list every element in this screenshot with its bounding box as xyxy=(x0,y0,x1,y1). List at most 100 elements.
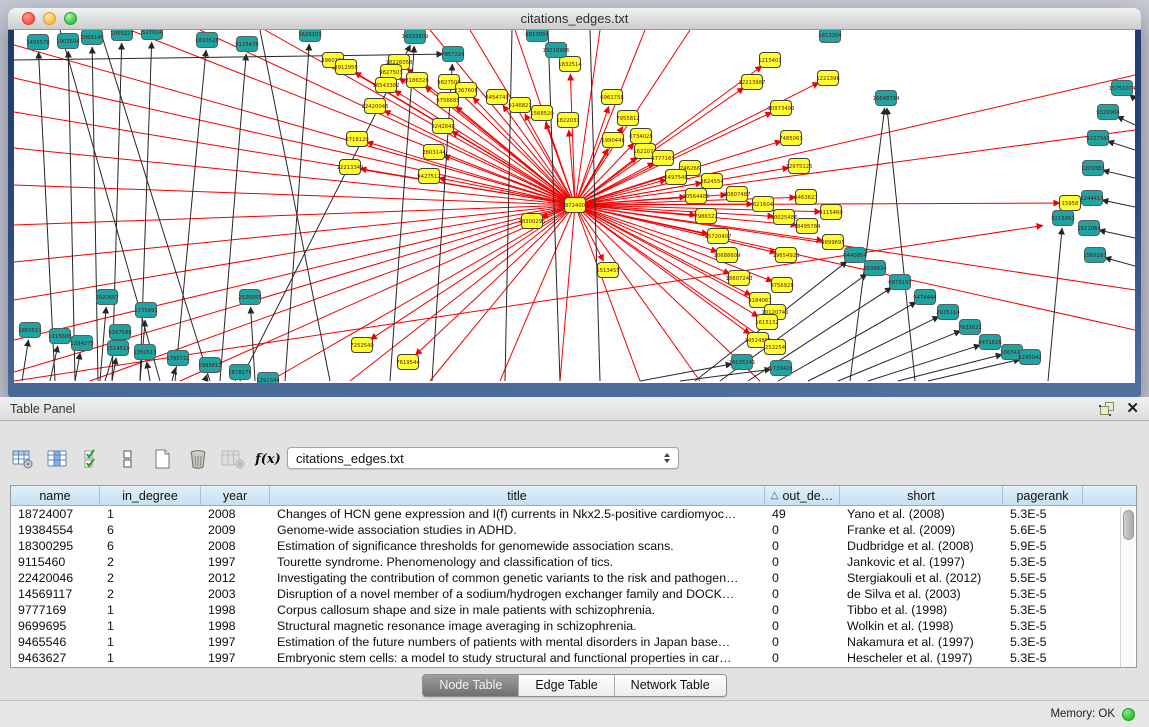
graph-node[interactable]: 16543382 xyxy=(373,78,400,93)
graph-node[interactable]: 10973493 xyxy=(768,101,795,116)
graph-node[interactable]: 9756685 xyxy=(436,93,460,108)
graph-node[interactable]: 7857224 xyxy=(441,47,465,62)
column-header-title[interactable]: title xyxy=(270,486,765,505)
graph-node[interactable]: 1990448 xyxy=(601,133,625,148)
graph-node[interactable]: 6879197 xyxy=(888,275,912,290)
graph-node[interactable]: 8125478 xyxy=(235,37,259,52)
table-row[interactable]: 1830029562008Estimation of significance … xyxy=(11,538,1136,554)
tab-edge-table[interactable]: Edge Table xyxy=(519,675,614,696)
graph-node[interactable]: 527024 xyxy=(142,30,163,40)
minimize-window-button[interactable] xyxy=(43,12,56,25)
graph-node[interactable]: 8938924 xyxy=(863,261,887,276)
graph-node[interactable]: 9427512 xyxy=(417,169,441,184)
graph-node[interactable]: 1621064 xyxy=(1077,221,1101,236)
tab-network-table[interactable]: Network Table xyxy=(615,675,726,696)
graph-node[interactable]: 8912955 xyxy=(334,60,358,75)
graph-node[interactable]: 2020657 xyxy=(95,290,119,305)
row-selector-icon[interactable] xyxy=(115,447,141,471)
graph-node[interactable]: 1513455 xyxy=(596,263,620,278)
graph-node[interactable]: 19218986 xyxy=(543,43,571,58)
graph-node[interactable]: 9329966 xyxy=(1096,105,1120,120)
graph-node[interactable]: 9777169 xyxy=(651,151,675,166)
graph-node[interactable]: 1693528 xyxy=(195,33,219,48)
graph-node[interactable]: 9440954 xyxy=(843,248,867,263)
graph-node[interactable]: 10807487 xyxy=(724,187,751,202)
float-panel-icon[interactable] xyxy=(1100,402,1114,415)
graph-node[interactable]: 621604 xyxy=(753,197,774,212)
graph-node[interactable]: 1569293 xyxy=(1083,248,1107,263)
close-window-button[interactable] xyxy=(22,12,35,25)
graph-node[interactable]: 7986322 xyxy=(694,209,718,224)
graph-node[interactable]: 1822031 xyxy=(556,113,580,128)
graph-node[interactable]: 8454749 xyxy=(485,90,509,105)
graph-node[interactable]: 1405578 xyxy=(26,35,50,50)
graph-node[interactable]: 1292344 xyxy=(256,373,280,384)
graph-node[interactable]: 2069140 xyxy=(80,30,104,45)
graph-node[interactable]: 15720407 xyxy=(705,229,732,244)
table-row[interactable]: 911546021997Tourette syndrome. Phenomeno… xyxy=(11,554,1136,570)
graph-node[interactable]: 8186328 xyxy=(405,73,429,88)
graph-node[interactable]: 3624554 xyxy=(700,174,724,189)
graph-node[interactable]: 1244415 xyxy=(1080,191,1104,206)
graph-node[interactable]: 1626103 xyxy=(298,30,322,42)
graph-node[interactable]: 7955812 xyxy=(616,111,640,126)
graph-node[interactable]: 12213987 xyxy=(739,75,766,90)
graph-node[interactable]: 10688609 xyxy=(714,248,741,263)
graph-node[interactable]: 252254 xyxy=(765,340,786,355)
graph-node[interactable]: 1568520 xyxy=(530,106,554,121)
graph-node[interactable]: 1995817 xyxy=(198,358,222,373)
graph-node[interactable]: 20564486 xyxy=(683,189,711,204)
graph-node[interactable]: 1350513 xyxy=(133,345,157,360)
graph-node[interactable]: 9115460 xyxy=(819,205,843,220)
graph-node[interactable]: 1294275 xyxy=(70,336,94,351)
network-canvas[interactable]: 1872400718300295896012389129551822605898… xyxy=(14,30,1135,383)
table-row[interactable]: 2242004622012Investigating the contribut… xyxy=(11,570,1136,586)
table-row[interactable]: 977716911998Corpus callosum shape and si… xyxy=(11,602,1136,618)
graph-node[interactable]: 10025486 xyxy=(771,210,799,225)
graph-node[interactable]: 1850511 xyxy=(18,323,42,338)
delete-icon[interactable] xyxy=(185,447,211,471)
graph-node[interactable]: 2718120 xyxy=(345,132,369,147)
graph-node[interactable]: 9756928 xyxy=(770,278,794,293)
graph-node[interactable]: 9227343 xyxy=(1086,131,1110,146)
graph-node[interactable]: 9242848 xyxy=(431,119,455,134)
graph-node[interactable]: 18724007 xyxy=(562,198,589,213)
function-builder-icon[interactable]: f(x) xyxy=(255,447,281,471)
graph-node[interactable]: 1514519 xyxy=(106,341,130,356)
graph-node[interactable]: 7632621 xyxy=(958,320,982,335)
graph-node[interactable]: 12975125 xyxy=(786,159,813,174)
graph-node[interactable]: 12213349 xyxy=(337,160,364,175)
graph-node[interactable]: 22420046 xyxy=(362,99,390,114)
graph-node[interactable]: 9245042 xyxy=(1018,350,1042,365)
table-selector-dropdown[interactable]: citations_edges.txt xyxy=(287,447,679,469)
column-visibility-icon[interactable] xyxy=(45,447,71,471)
graph-node[interactable]: 18495784 xyxy=(794,219,822,234)
graph-node[interactable]: 18300295 xyxy=(519,214,546,229)
graph-node[interactable]: 16033809 xyxy=(402,30,429,44)
table-settings-icon[interactable] xyxy=(10,447,36,471)
graph-node[interactable]: 1832514 xyxy=(558,57,582,72)
graph-node[interactable]: 15958 xyxy=(1060,196,1081,211)
graph-node[interactable]: 1903504 xyxy=(56,34,80,49)
graph-node[interactable]: 9899695 xyxy=(821,235,845,250)
column-header-name[interactable]: name xyxy=(11,486,100,505)
graph-node[interactable]: 2935114 xyxy=(936,305,960,320)
graph-node[interactable]: 7619544 xyxy=(396,355,420,370)
column-header-out_degree[interactable]: △out_de… xyxy=(765,486,840,505)
graph-node[interactable]: 8471626 xyxy=(978,335,1002,350)
table-row[interactable]: 969969511998Structural magnetic resonanc… xyxy=(11,618,1136,634)
close-panel-icon[interactable]: ✕ xyxy=(1126,402,1139,416)
table-row[interactable]: 1456911722003Disruption of a novel membe… xyxy=(11,586,1136,602)
column-header-pagerank[interactable]: pagerank xyxy=(1003,486,1083,505)
graph-node[interactable]: 6497548 xyxy=(664,170,688,185)
graph-node[interactable]: 9146821 xyxy=(508,98,532,113)
graph-node[interactable]: 1115686 xyxy=(48,329,72,344)
graph-node[interactable]: 1221396 xyxy=(816,71,840,86)
network-window-titlebar[interactable]: citations_edges.txt xyxy=(8,8,1141,30)
graph-node[interactable]: 2526055 xyxy=(238,290,262,305)
tab-node-table[interactable]: Node Table xyxy=(423,675,519,696)
graph-node[interactable]: 8215953 xyxy=(1051,211,1075,226)
graph-node[interactable]: 1733426 xyxy=(769,361,793,376)
table-row[interactable]: 946554611997Estimation of the future num… xyxy=(11,634,1136,650)
table-scrollbar-thumb[interactable] xyxy=(1123,510,1134,540)
